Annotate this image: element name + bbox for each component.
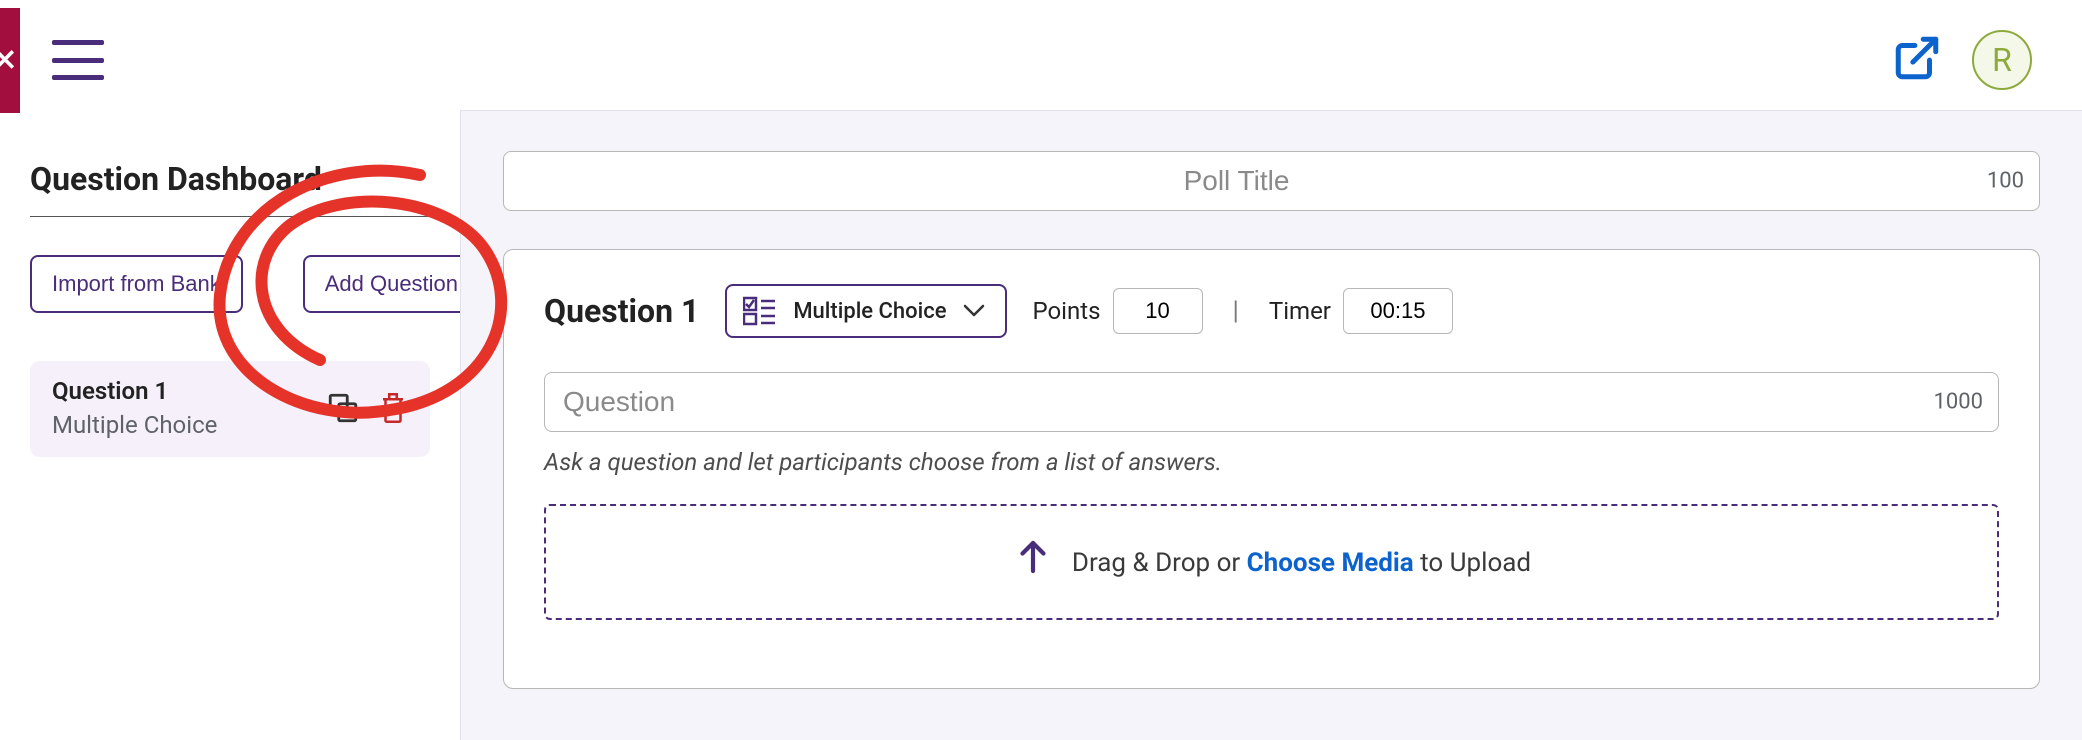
add-question-button[interactable]: Add Question (303, 255, 480, 313)
media-upload-box[interactable]: Drag & Drop or Choose Media to Upload (544, 504, 1999, 620)
points-field: Points (1033, 288, 1203, 334)
trash-icon (378, 390, 408, 426)
question-card[interactable]: Question 1 Multiple Choice (30, 361, 430, 457)
question-type-select[interactable]: Multiple Choice (725, 284, 1006, 338)
question-panel: Question 1 Multiple Choice (503, 249, 2040, 689)
question-card-title: Question 1 (52, 377, 217, 405)
brand-block[interactable]: × (0, 8, 20, 113)
timer-label: Timer (1269, 297, 1331, 325)
question-panel-title: Question 1 (544, 292, 699, 330)
main-panel: 100 Question 1 Multiple Choice (460, 110, 2082, 740)
points-label: Points (1033, 297, 1101, 325)
question-card-info: Question 1 Multiple Choice (52, 377, 217, 439)
upload-prefix: Drag & Drop or (1072, 548, 1247, 578)
sidebar: Question Dashboard Import from Bank Add … (0, 110, 460, 740)
avatar-letter: R (1992, 41, 2012, 79)
multiple-choice-icon (743, 296, 777, 326)
poll-title-input[interactable] (503, 151, 2040, 211)
question-type-label: Multiple Choice (793, 299, 946, 324)
layout: Question Dashboard Import from Bank Add … (0, 110, 2082, 740)
upload-text: Drag & Drop or Choose Media to Upload (1072, 548, 1531, 578)
timer-input[interactable] (1343, 288, 1453, 334)
top-bar-right: R (1892, 30, 2042, 90)
question-char-counter: 1000 (1934, 390, 1983, 415)
question-card-actions (326, 390, 408, 426)
external-link-icon (1892, 33, 1942, 83)
menu-button[interactable] (52, 40, 104, 80)
avatar[interactable]: R (1972, 30, 2032, 90)
hamburger-line-icon (52, 40, 104, 45)
delete-button[interactable] (378, 390, 408, 426)
upload-suffix: to Upload (1414, 548, 1531, 578)
chevron-down-icon (963, 304, 985, 318)
divider: | (1229, 296, 1243, 326)
poll-title-char-counter: 100 (1987, 169, 2024, 194)
upload-icon (1012, 536, 1054, 578)
external-link-button[interactable] (1892, 33, 1942, 87)
copy-icon (326, 391, 360, 425)
question-input[interactable] (544, 372, 1999, 432)
hamburger-line-icon (52, 58, 104, 63)
top-bar: × R (0, 0, 2082, 110)
timer-field: Timer (1269, 288, 1453, 334)
poll-title-wrap: 100 (503, 151, 2040, 211)
question-card-type: Multiple Choice (52, 411, 217, 439)
sidebar-buttons: Import from Bank Add Question (30, 255, 430, 313)
close-icon: × (0, 39, 16, 81)
question-input-wrap: 1000 (544, 372, 1999, 432)
import-from-bank-button[interactable]: Import from Bank (30, 255, 243, 313)
dashboard-title: Question Dashboard (30, 160, 430, 217)
choose-media-link[interactable]: Choose Media (1247, 548, 1414, 578)
top-bar-left: × (0, 8, 104, 113)
duplicate-button[interactable] (326, 391, 360, 425)
question-panel-header: Question 1 Multiple Choice (544, 284, 1999, 338)
points-input[interactable] (1113, 288, 1203, 334)
hamburger-line-icon (52, 75, 104, 80)
question-helper-text: Ask a question and let participants choo… (544, 448, 1999, 476)
